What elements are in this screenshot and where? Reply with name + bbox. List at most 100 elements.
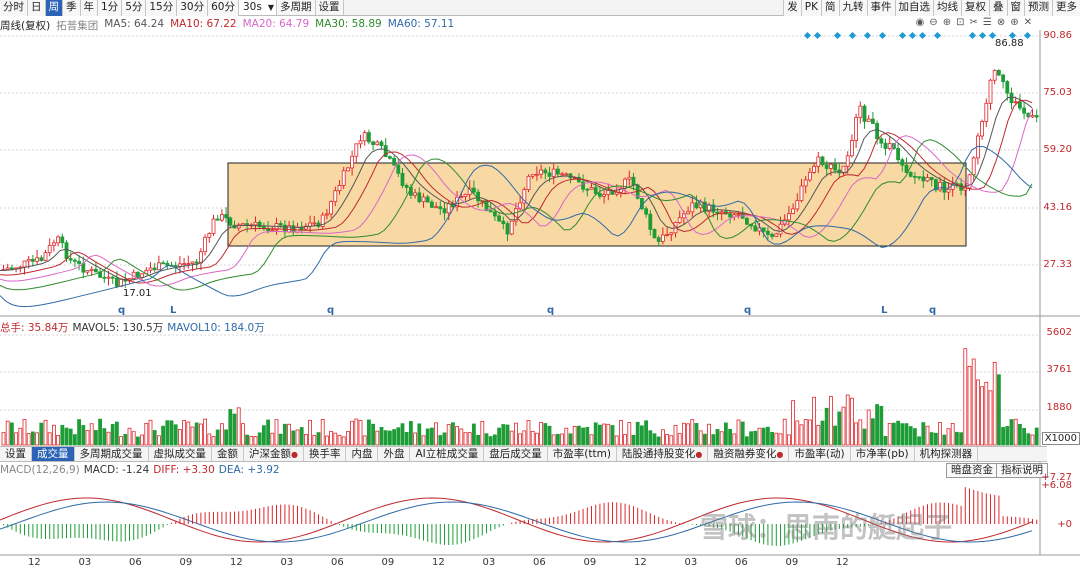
indicator-tab[interactable]: 市净率(pb) bbox=[851, 447, 915, 461]
macd-tick: +0 bbox=[1057, 519, 1072, 530]
candle bbox=[879, 136, 884, 148]
volume-bar bbox=[484, 433, 489, 446]
indicator-tab[interactable]: 市盈率(动) bbox=[789, 447, 851, 461]
indicator-tab[interactable]: 换手率 bbox=[304, 447, 347, 461]
volume-bar bbox=[514, 422, 518, 446]
volume-bar bbox=[971, 358, 976, 446]
volume-bar bbox=[442, 432, 447, 446]
volume-bar bbox=[232, 413, 237, 446]
candle bbox=[18, 265, 23, 273]
volume-bar bbox=[707, 423, 711, 446]
volume-bar bbox=[81, 425, 86, 446]
mavol10-value: MAVOL10: 184.0万 bbox=[167, 322, 265, 334]
indicator-tab[interactable]: 内盘 bbox=[346, 447, 379, 461]
candle bbox=[362, 130, 367, 146]
volume-bar bbox=[690, 419, 695, 446]
price-tick: 43.16 bbox=[1043, 202, 1072, 213]
volume-bar bbox=[350, 420, 355, 446]
volume-bar bbox=[127, 427, 132, 446]
candle bbox=[14, 267, 19, 273]
volume-bar bbox=[148, 419, 153, 446]
indicator-help-button[interactable]: 指标说明 bbox=[996, 463, 1048, 478]
volume-bar bbox=[190, 426, 195, 446]
volume-bar bbox=[665, 433, 669, 446]
indicator-tab[interactable]: 融资融券变化● bbox=[708, 447, 790, 461]
indicator-tab[interactable]: 成交量 bbox=[32, 447, 75, 461]
indicator-tab[interactable]: 设置 bbox=[0, 447, 32, 461]
low-annotation: 17.01 bbox=[123, 288, 152, 299]
volume-bar bbox=[539, 421, 543, 446]
volume-bar bbox=[782, 418, 787, 446]
candle bbox=[35, 249, 39, 265]
volume-bar bbox=[1013, 418, 1018, 446]
volume-bar bbox=[215, 429, 220, 446]
indicator-tab[interactable]: 陆股通持股变化● bbox=[617, 447, 709, 461]
volume-bar bbox=[425, 428, 430, 446]
indicator-tab[interactable]: 多周期成交量 bbox=[75, 447, 149, 461]
volume-bar bbox=[358, 420, 363, 446]
volume-bar bbox=[177, 429, 182, 446]
signal-marker: q bbox=[929, 305, 937, 316]
volume-bar bbox=[522, 430, 527, 446]
candle bbox=[1009, 87, 1014, 110]
volume-bar bbox=[946, 428, 951, 446]
volume-bar bbox=[18, 427, 23, 446]
candle bbox=[379, 139, 384, 150]
volume-bar bbox=[896, 420, 900, 446]
indicator-tab[interactable]: AI立桩成交量 bbox=[410, 447, 485, 461]
volume-bar bbox=[1009, 419, 1014, 446]
volume-bar bbox=[236, 407, 241, 446]
volume-bar bbox=[724, 422, 728, 446]
volume-bar bbox=[900, 423, 905, 446]
indicator-tab[interactable]: 沪深金额● bbox=[244, 447, 304, 461]
x-tick: 06 bbox=[533, 557, 546, 568]
volume-bar bbox=[774, 432, 779, 446]
volume-bar bbox=[480, 420, 485, 446]
volume-bar bbox=[955, 431, 959, 446]
volume-bar bbox=[119, 436, 123, 446]
indicator-tab[interactable]: 盘后成交量 bbox=[484, 447, 548, 461]
signal-marker: q bbox=[327, 305, 335, 316]
volume-bar bbox=[656, 436, 661, 446]
volume-bar bbox=[303, 434, 308, 446]
volume-bar bbox=[871, 418, 875, 446]
volume-bar bbox=[824, 407, 829, 446]
indicator-tab[interactable]: 机构探测器 bbox=[915, 447, 979, 461]
volume-bar bbox=[505, 424, 510, 446]
volume-bar bbox=[375, 430, 380, 446]
volume-bar bbox=[455, 425, 460, 446]
volume-bar bbox=[253, 436, 258, 446]
volume-bar bbox=[115, 421, 119, 446]
signal-diamond bbox=[918, 31, 927, 40]
volume-bar bbox=[404, 432, 409, 446]
candle bbox=[110, 275, 115, 284]
volume-bar bbox=[997, 374, 1001, 446]
total-volume: 总手: 35.84万 bbox=[0, 322, 69, 334]
volume-bar bbox=[585, 427, 590, 446]
candle bbox=[997, 69, 1001, 77]
candle bbox=[52, 239, 56, 252]
volume-bar bbox=[68, 428, 73, 446]
new-dot-icon: ● bbox=[291, 450, 298, 459]
dark-fund-button[interactable]: 暗盘资金 bbox=[946, 463, 998, 478]
candle bbox=[165, 260, 170, 270]
indicator-tab[interactable]: 市盈率(ttm) bbox=[548, 447, 617, 461]
x-tick: 09 bbox=[785, 557, 799, 568]
volume-bar bbox=[337, 434, 342, 446]
candle bbox=[198, 248, 203, 271]
x-tick: 03 bbox=[78, 557, 92, 568]
volume-bar bbox=[77, 419, 81, 446]
volume-bar bbox=[963, 348, 968, 446]
x-tick: 12 bbox=[432, 557, 445, 568]
signal-marker: q bbox=[118, 305, 126, 316]
indicator-tab[interactable]: 金额 bbox=[212, 447, 244, 461]
indicator-tab[interactable]: 虚拟成交量 bbox=[149, 447, 212, 461]
volume-bar bbox=[94, 430, 98, 446]
volume-bar bbox=[52, 424, 56, 446]
volume-bar bbox=[816, 424, 821, 446]
volume-bar bbox=[698, 430, 703, 446]
indicator-tab[interactable]: 外盘 bbox=[378, 447, 411, 461]
volume-bar bbox=[908, 426, 913, 446]
candle bbox=[148, 262, 153, 274]
kline-chart[interactable] bbox=[0, 0, 1080, 571]
